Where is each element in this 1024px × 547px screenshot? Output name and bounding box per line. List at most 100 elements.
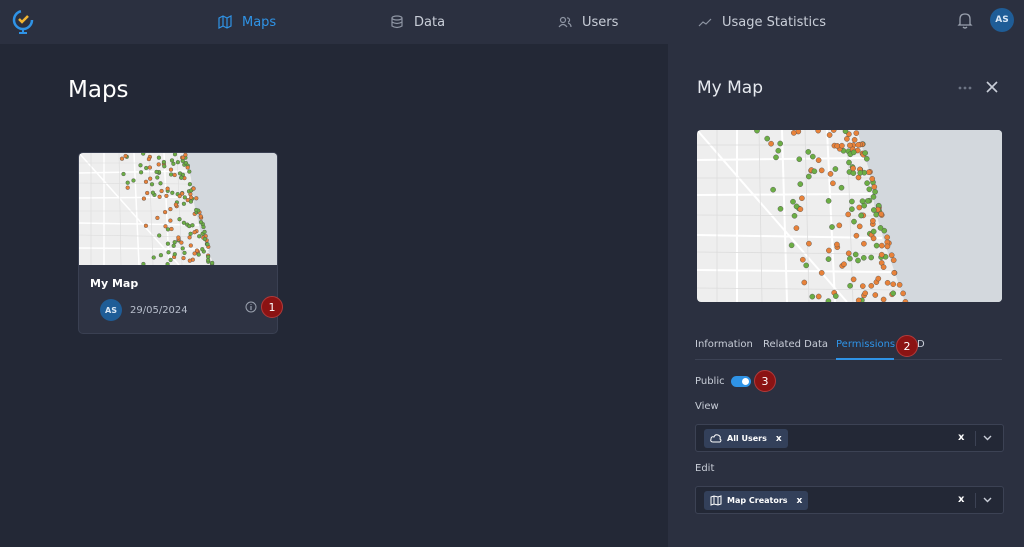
tab-related-data[interactable]: Related Data: [763, 339, 828, 350]
cloud-users-icon: [710, 434, 722, 443]
map-point: [856, 204, 863, 211]
map-point: [159, 188, 164, 194]
map-point: [842, 130, 849, 134]
map-point: [850, 276, 857, 283]
map-point: [850, 149, 857, 156]
map-point: [861, 240, 867, 247]
tab-information[interactable]: Information: [695, 339, 753, 350]
map-point: [196, 252, 201, 257]
map-point: [197, 234, 202, 239]
map-point: [168, 218, 173, 223]
map-point: [805, 149, 812, 155]
map-preview[interactable]: [697, 130, 1002, 302]
edit-chip-remove[interactable]: x: [797, 496, 803, 506]
chevron-down-icon[interactable]: [983, 497, 992, 503]
user-avatar[interactable]: AS: [990, 8, 1014, 32]
map-point: [888, 252, 895, 258]
map-point: [878, 251, 885, 258]
map-point: [768, 140, 774, 147]
map-point: [858, 212, 864, 219]
map-point: [891, 269, 897, 276]
tab-permissions[interactable]: Permissions: [836, 339, 895, 350]
map-point: [161, 159, 166, 165]
map-point: [877, 225, 884, 231]
map-point: [201, 224, 206, 230]
view-permission-select[interactable]: All Users x x: [695, 424, 1004, 452]
map-point: [775, 147, 782, 154]
edit-clear-button[interactable]: x: [958, 494, 964, 505]
map-point: [832, 293, 839, 299]
annotation-badge-1: 1: [261, 296, 283, 318]
map-point: [165, 186, 170, 191]
map-point: [168, 206, 173, 212]
nav-maps[interactable]: Maps: [218, 0, 276, 44]
map-point: [143, 179, 149, 184]
map-point: [143, 223, 148, 228]
map-point: [777, 140, 783, 147]
map-icon: [218, 15, 232, 29]
map-point: [862, 290, 868, 296]
view-chip-remove[interactable]: x: [776, 434, 782, 444]
info-icon[interactable]: [245, 301, 257, 313]
map-point: [791, 213, 798, 219]
map-point: [169, 226, 174, 232]
map-point: [177, 193, 182, 199]
edit-permission-select[interactable]: Map Creators x x: [695, 486, 1004, 514]
map-point: [194, 207, 199, 213]
public-label: Public: [695, 376, 725, 387]
map-thumbnail[interactable]: [79, 153, 278, 265]
map-point: [850, 165, 856, 172]
map-point: [141, 153, 146, 156]
map-point: [839, 142, 845, 149]
map-point: [141, 196, 146, 201]
map-point: [845, 211, 851, 218]
map-point: [890, 281, 896, 287]
annotation-badge-3: 3: [754, 370, 776, 392]
map-point: [187, 182, 192, 187]
map-point: [866, 186, 873, 193]
map-point: [846, 159, 852, 166]
map-point: [181, 201, 186, 206]
bell-icon[interactable]: [957, 11, 973, 29]
map-point: [799, 195, 805, 201]
map-point: [125, 185, 130, 190]
map-point: [165, 262, 170, 265]
more-icon[interactable]: [957, 84, 973, 92]
map-point: [180, 246, 185, 251]
map-card[interactable]: My Map AS 29/05/2024: [78, 152, 278, 334]
map-point: [173, 202, 178, 207]
nav-usage-statistics[interactable]: Usage Statistics: [698, 0, 826, 44]
panel-tabs: Information Related Data Permissions D: [695, 332, 1002, 360]
map-point: [872, 292, 879, 298]
logo-icon[interactable]: [10, 8, 36, 34]
map-point: [172, 240, 177, 245]
tab-d[interactable]: D: [917, 339, 925, 350]
map-point: [878, 211, 884, 217]
map-point: [830, 180, 836, 187]
chevron-down-icon[interactable]: [983, 435, 992, 441]
line-chart-icon: [698, 18, 712, 27]
map-point: [192, 251, 197, 256]
map-point: [826, 247, 832, 254]
map-point: [164, 193, 169, 198]
database-icon: [391, 15, 403, 29]
top-nav: Maps Data Users Usage Statistics AS: [0, 0, 1024, 44]
map-point: [860, 255, 867, 261]
map-point: [121, 171, 126, 177]
nav-data[interactable]: Data: [390, 0, 445, 44]
view-clear-button[interactable]: x: [958, 432, 964, 443]
map-point: [198, 219, 204, 225]
map-point: [847, 255, 853, 262]
map-point: [754, 130, 760, 134]
map-point: [145, 190, 150, 196]
map-point: [825, 198, 832, 204]
map-point: [793, 225, 800, 231]
map-point: [163, 224, 168, 229]
close-icon[interactable]: [985, 80, 999, 94]
map-point: [150, 190, 155, 195]
map-point: [880, 264, 887, 270]
map-point: [185, 165, 190, 170]
card-date: 29/05/2024: [130, 305, 188, 316]
public-toggle[interactable]: [731, 376, 751, 387]
nav-users[interactable]: Users: [558, 0, 618, 44]
